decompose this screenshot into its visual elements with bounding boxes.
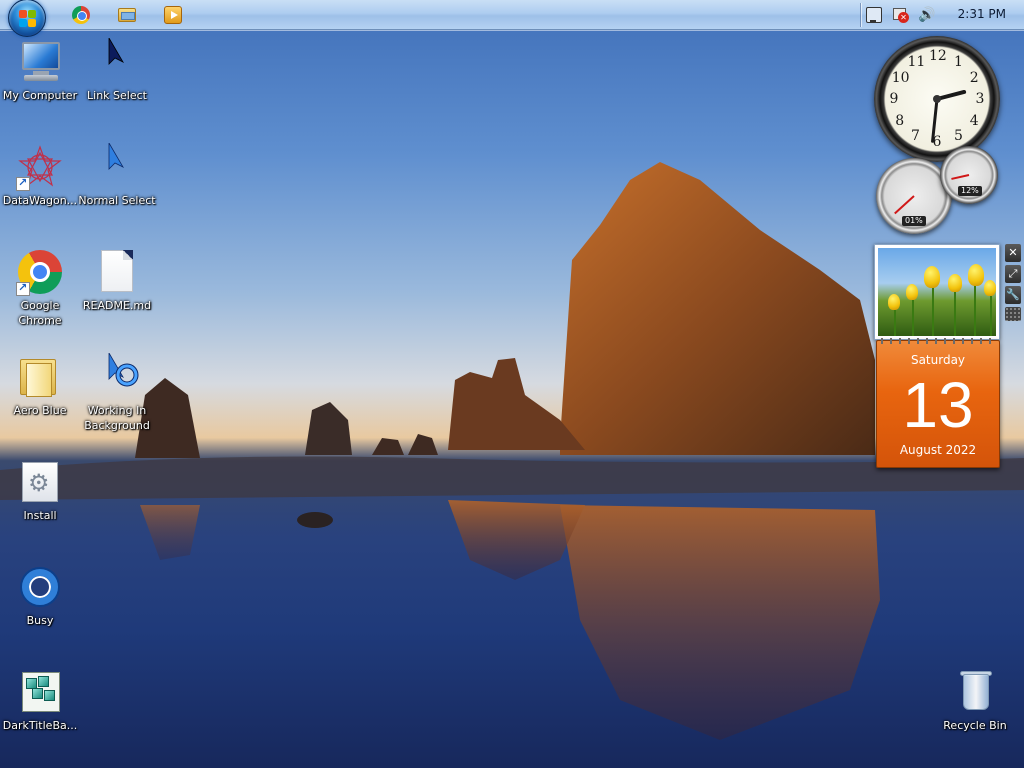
taskbar-media-player-icon[interactable]: [164, 6, 182, 24]
cpu-meter-gadget[interactable]: 01% 12%: [874, 146, 1000, 238]
shortcut-arrow-icon: [16, 176, 30, 191]
taskbar-file-explorer-icon[interactable]: [118, 8, 136, 22]
datawagon-icon: [16, 143, 64, 191]
my-computer-icon: [16, 38, 64, 86]
windows-logo-icon: [19, 10, 37, 28]
system-tray: 🔊 2:31 PM: [854, 0, 1024, 30]
desktop-icon-working-in-background[interactable]: Working In Background: [77, 353, 157, 433]
normal-select-cursor-icon: [93, 143, 141, 191]
desktop-icon-google-chrome[interactable]: Google Chrome: [0, 248, 80, 328]
chrome-icon: [16, 248, 64, 296]
calendar-month-year: August 2022: [899, 443, 977, 457]
recycle-bin-icon: [951, 668, 999, 716]
calendar-gadget[interactable]: Saturday 13 August 2022: [876, 338, 1000, 468]
memory-dial: 12%: [940, 146, 998, 204]
taskbar-chrome-icon[interactable]: [72, 6, 90, 24]
clock-numeral: 5: [954, 128, 963, 145]
desktop-icon-busy[interactable]: Busy: [0, 563, 80, 628]
desktop-icon-datawagon[interactable]: DataWagon...: [0, 143, 80, 208]
link-select-cursor-icon: [93, 38, 141, 86]
gadget-resize-button[interactable]: ⤢: [1005, 265, 1021, 283]
installer-icon: [16, 458, 64, 506]
desktop-icon-label: My Computer: [2, 89, 78, 102]
clock-numeral: 2: [969, 69, 979, 86]
calendar-day: 13: [902, 369, 974, 441]
clock-numeral: 10: [891, 69, 910, 86]
clock-numeral: 8: [895, 112, 905, 129]
network-icon[interactable]: [866, 7, 882, 23]
desktop-icon-recycle-bin[interactable]: Recycle Bin: [935, 668, 1015, 733]
desktop-icon-aero-blue[interactable]: Aero Blue: [0, 353, 80, 418]
slideshow-image: [878, 248, 996, 336]
clock-numeral: 4: [969, 112, 979, 129]
desktop-icon-link-select[interactable]: Link Select: [77, 38, 157, 103]
gadget-options-button[interactable]: 🔧: [1005, 286, 1021, 304]
clock-numeral: 1: [954, 53, 963, 70]
taskbar-clock[interactable]: 2:31 PM: [958, 7, 1006, 21]
desktop-icon-normal-select[interactable]: Normal Select: [77, 143, 157, 208]
clock-gadget[interactable]: 12 1 2 3 4 5 6 7 8 9 10 11: [874, 36, 1000, 162]
gadget-drag-handle[interactable]: [1005, 307, 1021, 321]
desktop-icon-label: Normal Select: [78, 194, 156, 207]
cpu-readout: 01%: [902, 216, 926, 226]
desktop-icon-install[interactable]: Install: [0, 458, 80, 523]
desktop-icon-darktitlebar[interactable]: DarkTitleBa...: [0, 668, 80, 733]
clock-numeral: 12: [929, 48, 947, 64]
busy-cursor-icon: [16, 563, 64, 611]
volume-icon[interactable]: 🔊: [918, 7, 935, 23]
desktop-icon-readme[interactable]: README.md: [77, 248, 157, 313]
desktop-icon-label: Recycle Bin: [943, 719, 1007, 732]
calendar-weekday: Saturday: [910, 353, 966, 367]
start-button[interactable]: [8, 0, 46, 37]
calendar-binding-rings: [881, 338, 997, 344]
clock-numeral: 3: [975, 91, 985, 107]
clock-numeral: 7: [911, 128, 920, 145]
desktop-icon-label: DataWagon...: [2, 194, 78, 207]
memory-readout: 12%: [958, 186, 982, 196]
shortcut-arrow-icon: [16, 281, 30, 296]
desktop-icon-label: Link Select: [87, 89, 147, 102]
document-icon: [93, 248, 141, 296]
desktop-icon-label: Working In Background: [84, 404, 150, 432]
cpu-needle: [894, 195, 915, 215]
working-cursor-icon: [93, 353, 141, 401]
desktop-icon-label: Install: [23, 509, 57, 522]
desktop-icon-label: Busy: [26, 614, 54, 627]
gadget-toolbar: ✕ ⤢ 🔧: [1005, 244, 1021, 324]
desktop-icon-label: README.md: [82, 299, 152, 312]
taskbar: 🔊 2:31 PM: [0, 0, 1024, 37]
folder-icon: [16, 353, 64, 401]
clock-numeral: 11: [907, 53, 926, 70]
gadget-close-button[interactable]: ✕: [1005, 244, 1021, 262]
desktop-icon-label: Google Chrome: [18, 299, 62, 327]
desktop-icon-my-computer[interactable]: My Computer: [0, 38, 80, 103]
registry-icon: [16, 668, 64, 716]
tray-separator: [860, 3, 861, 27]
clock-center-cap: [933, 95, 941, 103]
desktop-icon-label: DarkTitleBa...: [2, 719, 78, 732]
desktop-icon-label: Aero Blue: [13, 404, 67, 417]
action-center-flag-icon[interactable]: [892, 7, 909, 23]
clock-numeral: 9: [889, 91, 899, 107]
memory-needle: [951, 174, 970, 180]
slideshow-gadget[interactable]: [874, 244, 1000, 340]
